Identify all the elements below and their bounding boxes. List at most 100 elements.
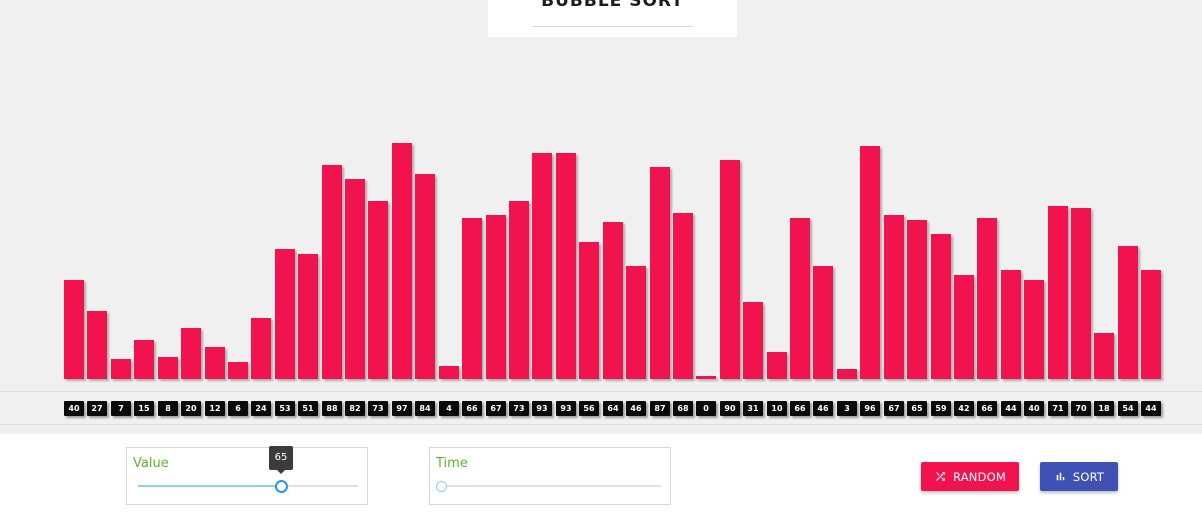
array-value-label: 67 — [486, 401, 506, 416]
array-bar — [392, 143, 412, 379]
array-bar — [368, 201, 388, 379]
array-value-label: 46 — [813, 401, 833, 416]
array-value-label: 84 — [415, 401, 435, 416]
array-value-label: 73 — [368, 401, 388, 416]
array-value-label: 73 — [509, 401, 529, 416]
array-value-label: 70 — [1071, 401, 1091, 416]
time-slider-label: Time — [436, 456, 468, 471]
array-bar — [322, 165, 342, 379]
array-value-label: 68 — [673, 401, 693, 416]
array-bar — [837, 369, 857, 379]
array-value-label: 66 — [790, 401, 810, 416]
array-value-label: 96 — [860, 401, 880, 416]
labels-bottom-divider — [0, 424, 1202, 425]
array-bar — [345, 179, 365, 379]
array-value-label: 12 — [205, 401, 225, 416]
bars-baseline-divider — [0, 391, 1202, 392]
array-value-label: 44 — [1141, 401, 1161, 416]
array-value-label: 44 — [1001, 401, 1021, 416]
bar-chart — [0, 0, 1202, 385]
array-bar — [462, 218, 482, 379]
array-bar — [860, 146, 880, 379]
time-slider-track[interactable] — [441, 485, 661, 487]
array-value-label: 65 — [907, 401, 927, 416]
array-bar — [486, 215, 506, 379]
array-value-label: 40 — [64, 401, 84, 416]
value-slider-track[interactable] — [138, 485, 358, 487]
array-bar — [1071, 208, 1091, 379]
array-value-label: 20 — [181, 401, 201, 416]
array-value-label: 93 — [532, 401, 552, 416]
array-bar — [298, 254, 318, 379]
array-value-label: 67 — [884, 401, 904, 416]
array-bar — [1001, 270, 1021, 379]
array-value-label: 18 — [1094, 401, 1114, 416]
array-bar — [532, 153, 552, 379]
array-value-label: 88 — [322, 401, 342, 416]
array-value-label: 93 — [556, 401, 576, 416]
time-slider-box: Time — [429, 447, 671, 505]
array-value-label: 42 — [954, 401, 974, 416]
array-bar — [275, 249, 295, 379]
array-bar — [1141, 270, 1161, 379]
array-bar — [158, 357, 178, 379]
array-bar — [1024, 280, 1044, 379]
array-value-label: 66 — [462, 401, 482, 416]
array-value-label: 64 — [603, 401, 623, 416]
array-value-label: 40 — [1024, 401, 1044, 416]
array-value-label: 82 — [345, 401, 365, 416]
array-value-label: 56 — [579, 401, 599, 416]
array-value-label: 15 — [134, 401, 154, 416]
array-value-label: 97 — [392, 401, 412, 416]
array-value-label: 4 — [439, 401, 459, 416]
value-slider-label: Value — [133, 456, 169, 471]
array-bar — [1048, 206, 1068, 379]
array-bar — [907, 220, 927, 379]
array-bar — [509, 201, 529, 379]
array-value-label: 51 — [298, 401, 318, 416]
array-value-label: 46 — [626, 401, 646, 416]
array-bar — [181, 328, 201, 379]
array-bar — [1118, 246, 1138, 379]
random-button-label: RANDOM — [952, 469, 1007, 484]
bar-chart-icon — [1056, 472, 1065, 481]
array-value-label: 90 — [720, 401, 740, 416]
array-bar — [813, 266, 833, 379]
array-bar — [626, 266, 646, 379]
array-bar — [977, 218, 997, 379]
array-value-label: 54 — [1118, 401, 1138, 416]
value-slider-box: Value 65 — [126, 446, 368, 505]
array-bar — [556, 153, 576, 379]
array-value-label: 71 — [1048, 401, 1068, 416]
array-value-label: 7 — [111, 401, 131, 416]
array-bar — [696, 376, 716, 379]
array-value-label: 24 — [251, 401, 271, 416]
array-value-label: 87 — [650, 401, 670, 416]
random-button[interactable]: RANDOM — [921, 462, 1019, 491]
array-value-label: 8 — [158, 401, 178, 416]
sort-button[interactable]: SORT — [1040, 462, 1118, 491]
array-value-label: 59 — [931, 401, 951, 416]
array-bar — [251, 318, 271, 379]
array-value-label: 10 — [767, 401, 787, 416]
array-bar — [720, 160, 740, 379]
shuffle-icon — [936, 472, 945, 481]
array-bar — [954, 275, 974, 379]
array-value-label: 27 — [87, 401, 107, 416]
array-value-label: 66 — [977, 401, 997, 416]
array-bar — [673, 213, 693, 379]
array-bar — [64, 280, 84, 379]
array-bar — [767, 352, 787, 379]
value-slider-tooltip: 65 — [269, 446, 293, 474]
array-bar — [931, 234, 951, 379]
array-bar — [439, 366, 459, 379]
array-bar — [111, 359, 131, 379]
array-bar — [87, 311, 107, 379]
value-slider-thumb[interactable] — [275, 480, 288, 493]
time-slider-thumb[interactable] — [436, 481, 447, 492]
array-bar — [790, 218, 810, 379]
array-bar — [1094, 333, 1114, 379]
array-value-label: 0 — [696, 401, 716, 416]
array-bar — [884, 215, 904, 379]
control-panel: Value 65 Time RANDOM SORT — [0, 434, 1202, 515]
